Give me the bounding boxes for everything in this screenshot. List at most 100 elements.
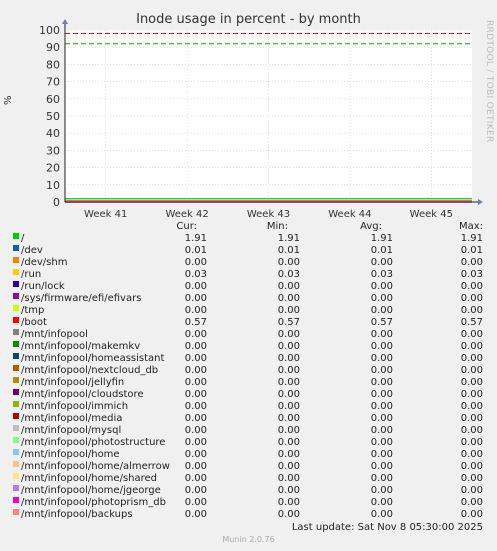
legend-row: / 1.91 1.91 1.91 1.91 <box>0 233 497 245</box>
legend-value-max: 0.00 <box>460 365 483 376</box>
legend-value-cur: 0.00 <box>184 329 207 340</box>
legend-swatch <box>13 449 19 455</box>
legend-swatch <box>13 461 19 467</box>
legend-row: /sys/firmware/efi/efivars 0.00 0.00 0.00 0.0… <box>0 293 497 305</box>
legend-value-avg: 0.00 <box>370 425 393 436</box>
legend-value-cur: 0.00 <box>184 413 207 424</box>
legend-value-max: 0.00 <box>460 305 483 316</box>
legend-value-cur: 0.00 <box>184 281 207 292</box>
legend-label: /mnt/infopool <box>21 329 88 340</box>
legend-row: /run/lock 0.00 0.00 0.00 0.00 <box>0 281 497 293</box>
legend-row: /tmp 0.00 0.00 0.00 0.00 <box>0 305 497 317</box>
legend-value-min: 0.00 <box>277 257 300 268</box>
legend-swatch <box>13 269 19 275</box>
legend-value-avg: 0.00 <box>370 473 393 484</box>
legend-value-max: 0.00 <box>460 485 483 496</box>
legend-value-min: 0.00 <box>277 401 300 412</box>
legend-value-avg: 0.00 <box>370 389 393 400</box>
legend-value-max: 0.00 <box>460 377 483 388</box>
x-tick-label: Week 41 <box>84 209 127 220</box>
legend-label: /mnt/infopool/mysql <box>21 425 122 436</box>
legend-value-cur: 0.57 <box>184 317 207 328</box>
legend-label: /run <box>21 269 42 280</box>
legend-value-min: 0.03 <box>277 269 300 280</box>
legend-swatch <box>13 245 19 251</box>
legend-value-max: 0.00 <box>460 461 483 472</box>
y-tick-label: 90 <box>46 41 60 54</box>
legend-value-max: 0.00 <box>460 497 483 508</box>
legend-value-min: 0.00 <box>277 293 300 304</box>
legend-value-min: 0.00 <box>277 449 300 460</box>
legend-label: /mnt/infopool/photoprism_db <box>21 497 166 508</box>
legend-swatch <box>13 365 19 371</box>
legend-value-min: 1.91 <box>277 233 300 244</box>
legend-row: /mnt/infopool/immich 0.00 0.00 0.00 0.00 <box>0 401 497 413</box>
legend-swatch <box>13 293 19 299</box>
legend-label: /mnt/infopool/photostructure <box>21 437 166 448</box>
legend-value-max: 0.03 <box>460 269 483 280</box>
y-tick-label: 0 <box>53 196 60 209</box>
legend-label: /mnt/infopool/home/almerrow <box>21 461 170 472</box>
legend-value-avg: 1.91 <box>370 233 393 244</box>
legend-header-cur: Cur: <box>176 221 197 232</box>
legend-swatch <box>13 257 19 263</box>
legend-row: /mnt/infopool/jellyfin 0.00 0.00 0.00 0.00 <box>0 377 497 389</box>
legend-value-avg: 0.00 <box>370 449 393 460</box>
legend-row: /mnt/infopool/backups 0.00 0.00 0.00 0.00 <box>0 509 497 521</box>
legend-swatch <box>13 485 19 491</box>
legend-value-avg: 0.00 <box>370 281 393 292</box>
legend-swatch <box>13 413 19 419</box>
legend-swatch <box>13 497 19 503</box>
legend-value-cur: 1.91 <box>184 233 207 244</box>
y-tick-label: 60 <box>46 93 60 106</box>
legend-value-min: 0.00 <box>277 509 300 520</box>
legend-row: /mnt/infopool/mysql 0.00 0.00 0.00 0.00 <box>0 425 497 437</box>
legend-value-min: 0.00 <box>277 365 300 376</box>
legend-value-cur: 0.00 <box>184 341 207 352</box>
legend-swatch <box>13 437 19 443</box>
legend-value-min: 0.00 <box>277 473 300 484</box>
legend-label: /boot <box>21 317 47 328</box>
legend-label: /mnt/infopool/home <box>21 449 120 460</box>
legend-value-cur: 0.00 <box>184 461 207 472</box>
legend-value-avg: 0.00 <box>370 437 393 448</box>
legend-swatch <box>13 401 19 407</box>
legend-value-cur: 0.00 <box>184 401 207 412</box>
x-tick-label: Week 42 <box>165 209 208 220</box>
legend-value-avg: 0.57 <box>370 317 393 328</box>
munin-version: Munin 2.0.76 <box>222 535 275 544</box>
legend-swatch <box>13 317 19 323</box>
legend-value-max: 0.00 <box>460 425 483 436</box>
legend-swatch <box>13 353 19 359</box>
legend-value-min: 0.00 <box>277 485 300 496</box>
legend-value-max: 1.91 <box>460 233 483 244</box>
y-tick-label: 50 <box>46 110 60 123</box>
legend-label: /mnt/infopool/home/shared <box>21 473 158 484</box>
legend-value-avg: 0.00 <box>370 353 393 364</box>
legend-row: /mnt/infopool/cloudstore 0.00 0.00 0.00 0.00 <box>0 389 497 401</box>
x-tick-label: Week 45 <box>410 209 453 220</box>
legend-row: /run 0.03 0.03 0.03 0.03 <box>0 269 497 281</box>
legend-value-avg: 0.00 <box>370 509 393 520</box>
legend-value-cur: 0.00 <box>184 377 207 388</box>
legend-label: / <box>21 233 25 244</box>
legend-value-cur: 0.00 <box>184 425 207 436</box>
legend-value-min: 0.00 <box>277 281 300 292</box>
legend-label: /mnt/infopool/media <box>21 413 123 424</box>
legend-row: /mnt/infopool/nextcloud_db 0.00 0.00 0.00 0.… <box>0 365 497 377</box>
legend-value-max: 0.00 <box>460 293 483 304</box>
y-tick-label: 100 <box>39 24 60 37</box>
legend-value-min: 0.00 <box>277 461 300 472</box>
legend-label: /run/lock <box>21 281 65 292</box>
legend-value-max: 0.00 <box>460 473 483 484</box>
legend-value-avg: 0.00 <box>370 401 393 412</box>
legend-label: /mnt/infopool/makemkv <box>21 341 141 352</box>
legend-label: /mnt/infopool/jellyfin <box>21 377 125 388</box>
legend-value-min: 0.00 <box>277 497 300 508</box>
legend-swatch <box>13 341 19 347</box>
legend-label: /mnt/infopool/home/jgeorge <box>21 485 161 496</box>
y-tick-label: 40 <box>46 127 60 140</box>
legend-value-min: 0.00 <box>277 329 300 340</box>
legend-value-avg: 0.00 <box>370 365 393 376</box>
legend-row: /mnt/infopool/homeassistant 0.00 0.00 0.00 0… <box>0 353 497 365</box>
